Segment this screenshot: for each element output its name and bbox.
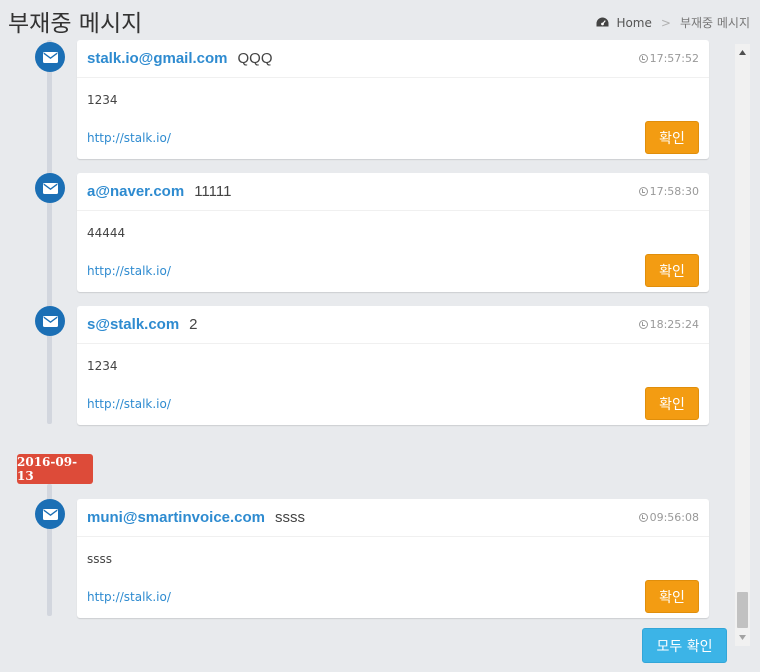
date-label: 2016-09-13 <box>17 454 93 484</box>
confirm-all-button[interactable]: 모두 확인 <box>642 628 727 663</box>
time-value: 17:57:52 <box>649 52 699 65</box>
message-header: muni@smartinvoice.com ssss 09:56:08 <box>77 499 709 537</box>
confirm-button[interactable]: 확인 <box>645 387 699 420</box>
time-value: 18:25:24 <box>649 318 699 331</box>
breadcrumb-home-link[interactable]: Home <box>616 16 651 30</box>
message-link[interactable]: http://stalk.io/ <box>87 397 171 411</box>
scroll-down-arrow-icon[interactable] <box>735 629 750 646</box>
message-footer: http://stalk.io/ 확인 <box>77 119 709 159</box>
time-value: 09:56:08 <box>649 511 699 524</box>
message-subject: QQQ <box>237 50 273 67</box>
dashboard-icon[interactable] <box>596 17 609 28</box>
message-header: stalk.io@gmail.com QQQ 17:57:52 <box>77 40 709 78</box>
message-link[interactable]: http://stalk.io/ <box>87 131 171 145</box>
timeline-content: stalk.io@gmail.com QQQ 17:57:52 1234 htt… <box>0 40 735 672</box>
page-header: 부재중 메시지 Home > 부재중 메시지 <box>0 0 760 40</box>
sender-link[interactable]: s@stalk.com <box>87 316 179 333</box>
confirm-button[interactable]: 확인 <box>645 121 699 154</box>
page-title: 부재중 메시지 <box>8 11 143 37</box>
breadcrumb-separator: > <box>660 15 671 30</box>
message-header: s@stalk.com 2 18:25:24 <box>77 306 709 344</box>
message-time: 18:25:24 <box>638 318 699 331</box>
message-body: 44444 <box>87 226 126 240</box>
sender-link[interactable]: a@naver.com <box>87 183 184 200</box>
confirm-button[interactable]: 확인 <box>645 580 699 613</box>
message-footer: http://stalk.io/ 확인 <box>77 578 709 618</box>
message-time: 17:57:52 <box>638 52 699 65</box>
message-subject: 2 <box>189 316 198 333</box>
envelope-icon <box>35 499 65 529</box>
breadcrumb: Home > 부재중 메시지 <box>596 14 750 31</box>
message-item: a@naver.com 11111 17:58:30 44444 http://… <box>77 173 709 292</box>
clock-icon <box>638 513 648 522</box>
message-body: 1234 <box>87 359 118 373</box>
message-time: 09:56:08 <box>638 511 699 524</box>
message-subject: 11111 <box>194 183 232 200</box>
timeline-line <box>47 40 52 424</box>
envelope-icon <box>35 173 65 203</box>
time-value: 17:58:30 <box>649 185 699 198</box>
clock-icon <box>638 320 648 329</box>
sender-link[interactable]: muni@smartinvoice.com <box>87 509 265 526</box>
message-footer: http://stalk.io/ 확인 <box>77 385 709 425</box>
message-footer: http://stalk.io/ 확인 <box>77 252 709 292</box>
message-link[interactable]: http://stalk.io/ <box>87 590 171 604</box>
clock-icon <box>638 54 648 63</box>
scrollbar[interactable] <box>735 44 750 646</box>
envelope-icon <box>35 306 65 336</box>
message-subject: ssss <box>275 509 306 526</box>
sender-link[interactable]: stalk.io@gmail.com <box>87 50 228 67</box>
clock-icon <box>638 187 648 196</box>
message-header: a@naver.com 11111 17:58:30 <box>77 173 709 211</box>
message-time: 17:58:30 <box>638 185 699 198</box>
message-item: s@stalk.com 2 18:25:24 1234 http://stalk… <box>77 306 709 425</box>
message-body: 1234 <box>87 93 118 107</box>
envelope-icon <box>35 42 65 72</box>
breadcrumb-current: 부재중 메시지 <box>679 16 750 30</box>
message-body: ssss <box>87 552 113 566</box>
message-link[interactable]: http://stalk.io/ <box>87 264 171 278</box>
scroll-up-arrow-icon[interactable] <box>735 44 750 61</box>
message-item: muni@smartinvoice.com ssss 09:56:08 ssss… <box>77 499 709 618</box>
confirm-button[interactable]: 확인 <box>645 254 699 287</box>
message-item: stalk.io@gmail.com QQQ 17:57:52 1234 htt… <box>77 40 709 159</box>
scroll-thumb[interactable] <box>737 592 748 628</box>
